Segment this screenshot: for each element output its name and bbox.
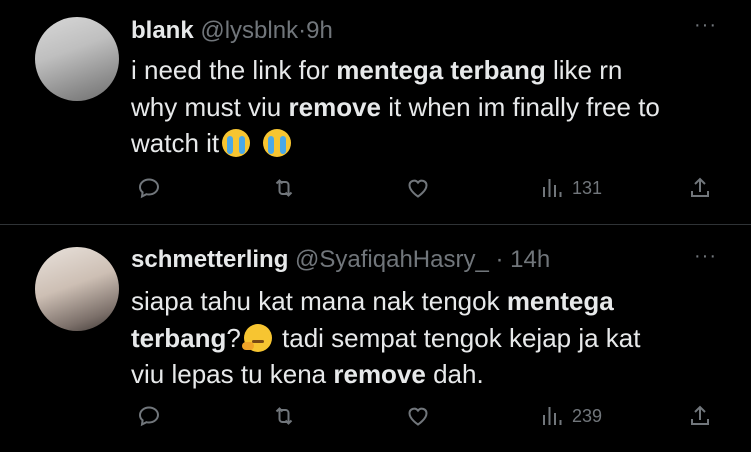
user-handle[interactable]: @lysblnk — [200, 17, 298, 44]
view-count: 131 — [572, 177, 603, 198]
more-options-icon[interactable]: ··· — [694, 14, 717, 37]
heart-icon — [408, 179, 428, 198]
bold-keyword: terbang — [131, 322, 227, 353]
more-options-icon[interactable]: ··· — [694, 245, 717, 268]
views-icon — [543, 407, 562, 425]
tweet[interactable]: schmetterling @SyafiqahHasry_ · 14h ··· … — [0, 225, 751, 452]
share-button[interactable] — [688, 173, 712, 203]
tweet[interactable]: blank @lysblnk·9h ··· i need the link fo… — [0, 0, 751, 224]
views-button[interactable]: 239 — [540, 401, 602, 431]
avatar[interactable] — [35, 17, 119, 101]
text-segment: why must viu — [131, 91, 289, 122]
tweet-line: why must viu remove it when im finally f… — [131, 89, 731, 126]
tweet-line: viu lepas tu kena remove dah. — [131, 356, 731, 393]
tweet-line: terbang? tadi sempat tengok kejap ja kat — [131, 320, 731, 357]
bold-keyword: mentega — [506, 286, 614, 316]
share-icon — [691, 177, 709, 197]
timestamp[interactable]: 14h — [510, 246, 550, 273]
action-bar: 239 — [0, 401, 751, 431]
loudly-crying-face-icon — [222, 129, 251, 157]
like-button[interactable] — [406, 401, 430, 431]
views-button[interactable]: 131 — [540, 173, 602, 203]
retweet-icon — [275, 407, 293, 425]
separator-dot: · — [298, 17, 307, 44]
reply-button[interactable] — [137, 173, 161, 203]
text-segment: like rn — [545, 55, 623, 85]
retweet-button[interactable] — [272, 401, 296, 431]
text-segment: tadi sempat tengok kejap ja kat — [274, 322, 641, 353]
bold-keyword: mentega terbang — [336, 55, 546, 85]
tweet-text: siapa tahu kat mana nak tengok mentega t… — [131, 283, 731, 393]
text-segment: watch it — [131, 128, 220, 158]
reply-button[interactable] — [137, 401, 161, 431]
share-button[interactable] — [688, 401, 712, 431]
tweet-line: watch it — [131, 125, 731, 162]
text-segment — [253, 128, 260, 158]
avatar[interactable] — [35, 247, 119, 331]
retweet-icon — [275, 179, 293, 197]
share-icon — [691, 405, 709, 425]
tweet-text: i need the link for mentega terbang like… — [131, 52, 731, 162]
text-segment: it when im finally free to — [381, 91, 660, 122]
action-bar: 131 — [0, 173, 751, 203]
text-segment: siapa tahu kat mana nak tengok — [131, 286, 507, 316]
retweet-button[interactable] — [272, 173, 296, 203]
tweet-header: schmetterling @SyafiqahHasry_ · 14h — [131, 245, 550, 275]
user-handle[interactable]: @SyafiqahHasry_ — [295, 246, 489, 273]
separator-dot: · — [495, 246, 504, 273]
display-name[interactable]: blank — [131, 17, 194, 44]
heart-icon — [408, 407, 428, 426]
reply-icon — [138, 406, 160, 427]
like-button[interactable] — [406, 173, 430, 203]
bold-keyword: remove — [288, 91, 382, 122]
display-name[interactable]: schmetterling — [131, 246, 288, 273]
views-icon — [543, 179, 562, 197]
tweet-line: i need the link for mentega terbang like… — [131, 52, 731, 89]
tweet-line: siapa tahu kat mana nak tengok mentega — [131, 283, 731, 320]
view-count: 239 — [572, 405, 603, 426]
text-segment: viu lepas tu kena — [131, 359, 334, 389]
text-segment: dah. — [425, 359, 484, 389]
loudly-crying-face-icon — [263, 129, 292, 157]
tweet-header: blank @lysblnk·9h — [131, 16, 333, 46]
thinking-face-icon — [241, 323, 272, 352]
text-segment: i need the link for — [131, 55, 337, 85]
text-segment: ? — [226, 322, 241, 353]
timestamp[interactable]: 9h — [306, 17, 333, 44]
bold-keyword: remove — [333, 359, 426, 389]
reply-icon — [138, 178, 160, 199]
